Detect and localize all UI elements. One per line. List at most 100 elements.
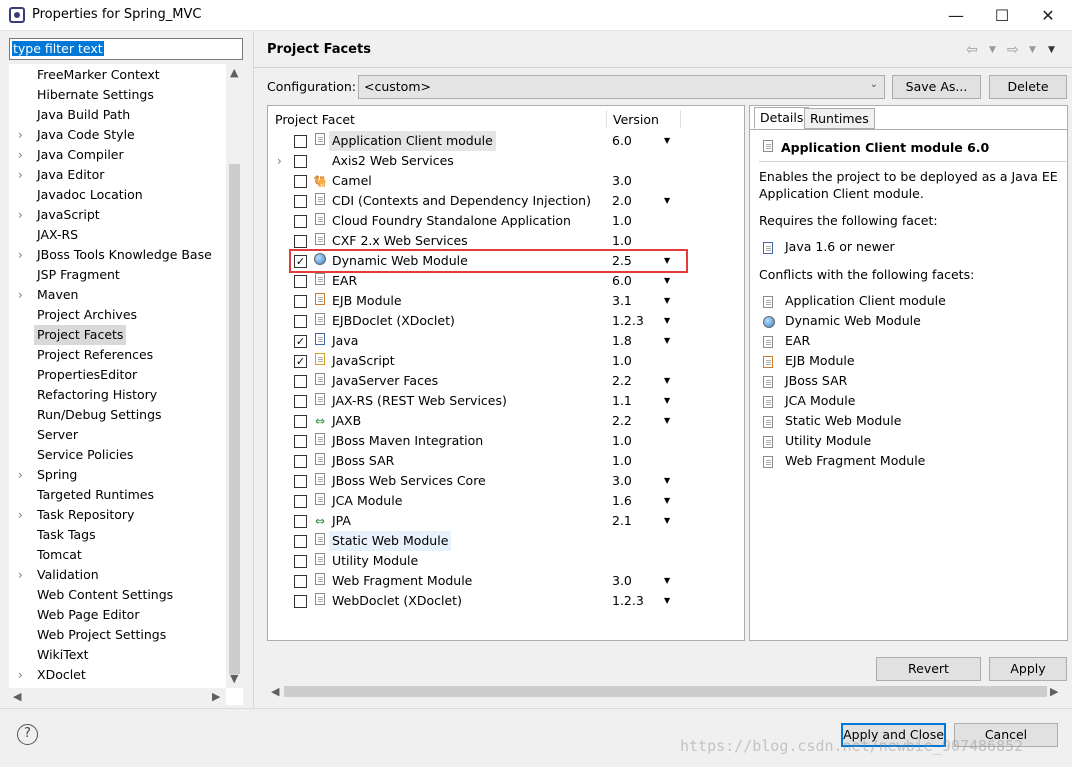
nav-item[interactable]: FreeMarker Context: [10, 65, 227, 85]
facet-row[interactable]: JBoss Web Services Core 3.0 ▼: [268, 471, 744, 491]
facet-checkbox[interactable]: [294, 575, 307, 588]
facet-checkbox[interactable]: [294, 195, 307, 208]
facet-version[interactable]: 1.6: [612, 491, 632, 511]
facet-version[interactable]: 2.1: [612, 511, 632, 531]
help-icon[interactable]: ?: [17, 724, 38, 745]
facet-checkbox[interactable]: [294, 535, 307, 548]
forward-dropdown-icon[interactable]: ▼: [1029, 45, 1036, 55]
chevron-right-icon[interactable]: ›: [18, 165, 23, 185]
minimize-button[interactable]: —: [933, 0, 979, 31]
facet-checkbox[interactable]: [294, 215, 307, 228]
facet-checkbox[interactable]: [294, 455, 307, 468]
column-header-facet[interactable]: Project Facet: [275, 112, 355, 127]
facet-row[interactable]: CXF 2.x Web Services 1.0: [268, 231, 744, 251]
facet-row[interactable]: ✓ JavaScript 1.0: [268, 351, 744, 371]
nav-item[interactable]: › JBoss Tools Knowledge Base: [10, 245, 227, 265]
facet-row[interactable]: JBoss SAR 1.0: [268, 451, 744, 471]
scroll-up-icon[interactable]: ▲: [230, 66, 238, 79]
nav-item[interactable]: Tomcat: [10, 545, 227, 565]
facet-checkbox[interactable]: [294, 395, 307, 408]
version-dropdown-icon[interactable]: ▼: [664, 511, 670, 531]
chevron-right-icon[interactable]: ›: [18, 245, 23, 265]
sash-divider[interactable]: [253, 31, 254, 708]
close-button[interactable]: ✕: [1025, 0, 1071, 31]
nav-item[interactable]: PropertiesEditor: [10, 365, 227, 385]
facet-version[interactable]: 1.2.3: [612, 311, 644, 331]
facet-version[interactable]: 1.1: [612, 391, 632, 411]
version-dropdown-icon[interactable]: ▼: [664, 471, 670, 491]
nav-horizontal-scrollbar[interactable]: ◀ ▶: [9, 688, 226, 705]
revert-button[interactable]: Revert: [876, 657, 981, 681]
facet-checkbox[interactable]: [294, 495, 307, 508]
nav-item[interactable]: Run/Debug Settings: [10, 405, 227, 425]
facet-checkbox[interactable]: [294, 435, 307, 448]
facet-row[interactable]: EAR 6.0 ▼: [268, 271, 744, 291]
facet-version[interactable]: 2.0: [612, 191, 632, 211]
scroll-down-icon[interactable]: ▼: [230, 672, 238, 685]
facet-checkbox[interactable]: [294, 555, 307, 568]
facet-row[interactable]: Cloud Foundry Standalone Application 1.0: [268, 211, 744, 231]
facet-version[interactable]: 1.8: [612, 331, 632, 351]
forward-arrow-icon[interactable]: ⇨: [1007, 42, 1019, 58]
facet-row[interactable]: JavaServer Faces 2.2 ▼: [268, 371, 744, 391]
nav-item[interactable]: Project References: [10, 345, 227, 365]
nav-item[interactable]: Refactoring History: [10, 385, 227, 405]
nav-item[interactable]: Targeted Runtimes: [10, 485, 227, 505]
view-menu-icon[interactable]: ▼: [1048, 45, 1055, 55]
tab-runtimes[interactable]: Runtimes: [804, 108, 875, 129]
nav-item[interactable]: › Java Editor: [10, 165, 227, 185]
nav-item[interactable]: Javadoc Location: [10, 185, 227, 205]
facet-row[interactable]: › Axis2 Web Services: [268, 151, 744, 171]
nav-item[interactable]: › Java Code Style: [10, 125, 227, 145]
nav-item[interactable]: Hibernate Settings: [10, 85, 227, 105]
facet-checkbox[interactable]: [294, 235, 307, 248]
nav-item[interactable]: JSP Fragment: [10, 265, 227, 285]
facet-checkbox[interactable]: [294, 275, 307, 288]
nav-item[interactable]: Web Content Settings: [10, 585, 227, 605]
version-dropdown-icon[interactable]: ▼: [664, 391, 670, 411]
version-dropdown-icon[interactable]: ▼: [664, 571, 670, 591]
scroll-thumb[interactable]: [229, 164, 240, 674]
facet-version[interactable]: 6.0: [612, 271, 632, 291]
facet-checkbox[interactable]: [294, 415, 307, 428]
facet-checkbox[interactable]: [294, 375, 307, 388]
nav-item[interactable]: Project Archives: [10, 305, 227, 325]
version-dropdown-icon[interactable]: ▼: [664, 311, 670, 331]
tab-details[interactable]: Details: [754, 107, 810, 129]
facet-row[interactable]: Utility Module: [268, 551, 744, 571]
nav-item[interactable]: Task Tags: [10, 525, 227, 545]
chevron-right-icon[interactable]: ›: [18, 125, 23, 145]
facet-row[interactable]: JBoss Maven Integration 1.0: [268, 431, 744, 451]
chevron-right-icon[interactable]: ›: [18, 205, 23, 225]
nav-item[interactable]: Web Page Editor: [10, 605, 227, 625]
nav-item[interactable]: › Maven: [10, 285, 227, 305]
facet-row[interactable]: 🐫 Camel 3.0: [268, 171, 744, 191]
nav-vertical-scrollbar[interactable]: ▲ ▼: [226, 64, 243, 688]
chevron-right-icon[interactable]: ›: [18, 505, 23, 525]
nav-item[interactable]: Web Project Settings: [10, 625, 227, 645]
chevron-right-icon[interactable]: ›: [277, 151, 282, 171]
column-header-version[interactable]: Version: [613, 112, 659, 127]
nav-item[interactable]: › XDoclet: [10, 665, 227, 685]
nav-item[interactable]: Service Policies: [10, 445, 227, 465]
chevron-right-icon[interactable]: ›: [18, 665, 23, 685]
scroll-right-icon[interactable]: ▶: [212, 690, 220, 703]
nav-item[interactable]: Server: [10, 425, 227, 445]
facet-version[interactable]: 2.2: [612, 411, 632, 431]
facet-row[interactable]: CDI (Contexts and Dependency Injection) 2…: [268, 191, 744, 211]
configuration-select[interactable]: <custom> ⌄: [358, 75, 885, 99]
chevron-right-icon[interactable]: ›: [18, 565, 23, 585]
facet-checkbox[interactable]: ✓: [294, 355, 307, 368]
apply-button[interactable]: Apply: [989, 657, 1067, 681]
facet-row[interactable]: EJB Module 3.1 ▼: [268, 291, 744, 311]
facet-version[interactable]: 6.0: [612, 131, 632, 151]
version-dropdown-icon[interactable]: ▼: [664, 191, 670, 211]
nav-item[interactable]: › JavaScript: [10, 205, 227, 225]
scroll-left-icon[interactable]: ◀: [271, 685, 279, 698]
nav-item[interactable]: › Validation: [10, 565, 227, 585]
facet-checkbox[interactable]: ✓: [294, 335, 307, 348]
facet-version[interactable]: 3.1: [612, 291, 632, 311]
nav-item[interactable]: JAX-RS: [10, 225, 227, 245]
facet-version[interactable]: 3.0: [612, 471, 632, 491]
page-horizontal-scrollbar[interactable]: ◀ ▶: [267, 683, 1064, 700]
